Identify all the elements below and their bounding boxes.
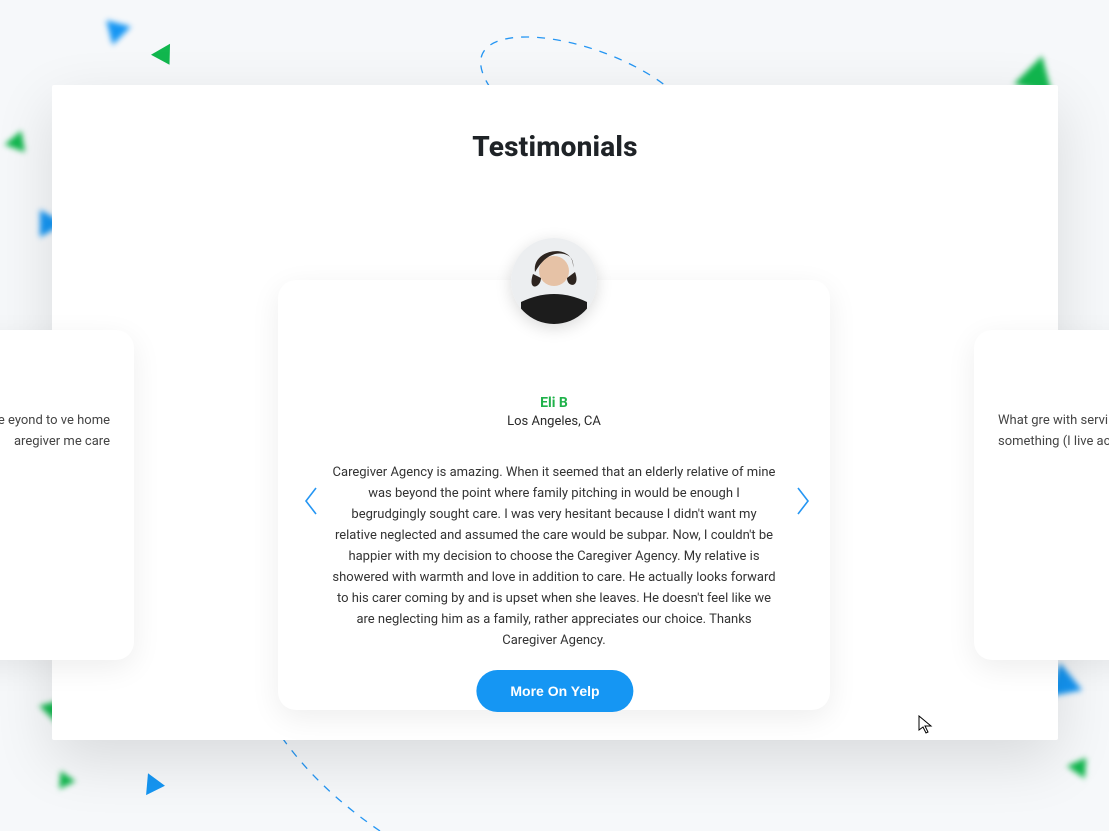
carousel-prev-button[interactable] [302,485,322,517]
testimonial-card-active: Eli B Los Angeles, CA Caregiver Agency i… [278,280,830,710]
chevron-right-icon [792,485,812,517]
testimonials-panel: Testimonials em. We ptionist g. The eyon… [52,85,1058,740]
section-title: Testimonials [52,130,1058,163]
chevron-left-icon [302,485,322,517]
testimonial-body: Caregiver Agency is amazing. When it see… [332,462,776,651]
testimonial-carousel: em. We ptionist g. The eyond to ve home … [52,260,1058,690]
testimonial-card-prev[interactable]: em. We ptionist g. The eyond to ve home … [0,330,134,660]
triangle-icon [1067,751,1095,778]
testimonial-card-next[interactable]: What gre with servi they offe select som… [974,330,1109,660]
triangle-icon [52,767,75,789]
triangle-icon [151,44,179,71]
cursor-icon [918,715,934,735]
carousel-next-button[interactable] [792,485,812,517]
reviewer-location: Los Angeles, CA [278,414,830,429]
page-root: Testimonials em. We ptionist g. The eyon… [0,0,1109,831]
avatar [511,238,597,324]
more-on-yelp-button[interactable]: More On Yelp [476,670,633,712]
testimonial-body-partial: What gre with servi they offe select som… [998,410,1109,453]
triangle-icon [4,127,31,152]
triangle-icon [97,11,131,45]
reviewer-name: Eli B [278,395,830,411]
testimonial-body-partial: em. We ptionist g. The eyond to ve home … [0,410,110,453]
triangle-icon [146,773,166,796]
